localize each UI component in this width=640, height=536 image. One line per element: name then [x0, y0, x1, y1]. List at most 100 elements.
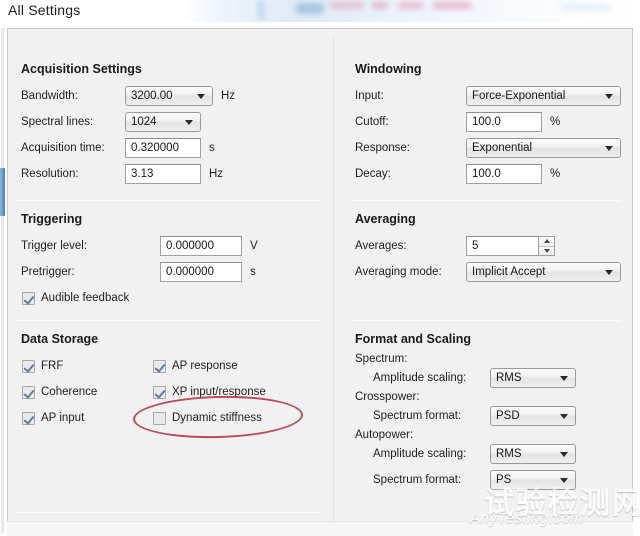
chevron-down-icon	[197, 94, 205, 99]
averaging-mode-value: Implicit Accept	[472, 266, 546, 278]
chevron-down-icon	[185, 120, 193, 125]
acquisition-settings-group: Acquisition Settings Bandwidth: 3200.00 …	[15, 62, 335, 187]
section-divider	[350, 200, 620, 201]
averages-input[interactable]: 5	[466, 236, 538, 256]
trigger-level-input[interactable]: 0.000000	[160, 236, 242, 256]
spinner-up-button[interactable]	[539, 237, 554, 247]
window-response-dropdown[interactable]: Exponential	[466, 138, 621, 158]
ap-input-checkbox[interactable]	[22, 411, 35, 425]
settings-dialog-screenshot: All Settings Acquisition Settings Bandwi…	[0, 0, 640, 536]
xp-input-response-checkbox-row[interactable]: XP input/response	[153, 379, 266, 405]
section-divider	[16, 512, 321, 513]
window-title: All Settings	[8, 2, 81, 18]
crosspower-spectrum-format-row: Spectrum format: PSD	[355, 403, 634, 429]
scrollbar-track[interactable]	[1, 28, 4, 533]
ap-input-label: AP input	[41, 412, 85, 424]
dynamic-stiffness-checkbox[interactable]	[153, 411, 166, 425]
autopower-amplitude-scaling-row: Amplitude scaling: RMS	[355, 441, 634, 467]
chevron-down-icon	[560, 414, 568, 419]
dynamic-stiffness-checkbox-row[interactable]: Dynamic stiffness	[153, 405, 266, 431]
chevron-down-icon	[605, 270, 613, 275]
coherence-checkbox-row[interactable]: Coherence	[22, 379, 153, 405]
spectral-lines-dropdown[interactable]: 1024	[125, 112, 201, 132]
spectrum-amplitude-scaling-value: RMS	[496, 372, 522, 384]
section-divider	[16, 320, 321, 321]
window-input-dropdown[interactable]: Force-Exponential	[466, 86, 621, 106]
averages-spin-buttons[interactable]	[538, 236, 555, 256]
decay-label: Decay:	[355, 168, 391, 180]
autopower-amplitude-scaling-value: RMS	[496, 448, 522, 460]
xp-input-response-checkbox[interactable]	[153, 385, 166, 399]
autopower-subheading: Autopower:	[355, 429, 414, 441]
format-scaling-title: Format and Scaling	[355, 332, 471, 346]
averaging-group: Averaging Averages: 5 Averaging mode: Im…	[349, 212, 634, 285]
audible-feedback-checkbox[interactable]	[22, 291, 35, 305]
acquisition-time-input[interactable]: 0.320000	[125, 138, 201, 158]
autopower-spectrum-format-dropdown[interactable]: PS	[490, 470, 576, 490]
crosspower-spectrum-format-dropdown[interactable]: PSD	[490, 406, 576, 426]
acquisition-settings-title: Acquisition Settings	[21, 62, 142, 76]
bandwidth-unit: Hz	[221, 90, 236, 102]
ap-response-checkbox[interactable]	[153, 359, 166, 373]
resolution-input[interactable]: 3.13	[125, 164, 201, 184]
spectrum-amplitude-scaling-label: Amplitude scaling:	[373, 372, 467, 384]
resolution-label: Resolution:	[21, 168, 79, 180]
frf-label: FRF	[41, 360, 64, 372]
decay-unit: %	[550, 168, 561, 180]
ap-response-checkbox-row[interactable]: AP response	[153, 353, 266, 379]
triangle-up-icon	[543, 239, 550, 244]
triggering-group: Triggering Trigger level: 0.000000 V Pre…	[15, 212, 335, 311]
averages-row: Averages: 5	[355, 233, 634, 259]
decay-input[interactable]: 100.0	[466, 164, 542, 184]
window-input-label: Input:	[355, 90, 384, 102]
autopower-spectrum-format-value: PS	[496, 474, 512, 486]
scrollbar-thumb[interactable]	[0, 168, 5, 216]
acquisition-time-row: Acquisition time: 0.320000 s	[21, 135, 335, 161]
window-response-value: Exponential	[472, 142, 533, 154]
data-storage-group: Data Storage FRF Coherence AP input AP r…	[15, 332, 335, 431]
top-blurred-strip	[0, 0, 640, 22]
averaging-mode-dropdown[interactable]: Implicit Accept	[466, 262, 621, 282]
bandwidth-dropdown[interactable]: 3200.00	[125, 86, 213, 106]
cutoff-label: Cutoff:	[355, 116, 389, 128]
dynamic-stiffness-label: Dynamic stiffness	[172, 412, 262, 424]
resolution-unit: Hz	[209, 168, 224, 180]
cutoff-row: Cutoff: 100.0 %	[355, 109, 634, 135]
averaging-mode-row: Averaging mode: Implicit Accept	[355, 259, 634, 285]
autopower-amplitude-scaling-dropdown[interactable]: RMS	[490, 444, 576, 464]
pretrigger-unit: s	[250, 266, 256, 278]
coherence-checkbox[interactable]	[22, 385, 35, 399]
trigger-level-label: Trigger level:	[21, 240, 88, 252]
spectral-lines-label: Spectral lines:	[21, 116, 94, 128]
xp-input-response-label: XP input/response	[172, 386, 266, 398]
section-divider	[16, 200, 321, 201]
format-scaling-group: Format and Scaling Spectrum: Amplitude s…	[349, 332, 634, 493]
coherence-label: Coherence	[41, 386, 98, 398]
pretrigger-input[interactable]: 0.000000	[160, 262, 242, 282]
cutoff-input[interactable]: 100.0	[466, 112, 542, 132]
trigger-level-unit: V	[250, 240, 258, 252]
data-storage-title: Data Storage	[21, 332, 99, 346]
averaging-mode-label: Averaging mode:	[355, 266, 442, 278]
blur-mark	[258, 0, 264, 20]
frf-checkbox-row[interactable]: FRF	[22, 353, 153, 379]
panel-bottom-edge	[7, 521, 633, 536]
ap-input-checkbox-row[interactable]: AP input	[22, 405, 153, 431]
audible-feedback-checkbox-row[interactable]: Audible feedback	[22, 285, 335, 311]
window-response-label: Response:	[355, 142, 410, 154]
ap-response-label: AP response	[172, 360, 238, 372]
chevron-down-icon	[560, 376, 568, 381]
averages-stepper[interactable]: 5	[466, 236, 555, 256]
chevron-down-icon	[560, 452, 568, 457]
spectral-lines-value: 1024	[131, 116, 157, 128]
spinner-down-button[interactable]	[539, 246, 554, 255]
bandwidth-row: Bandwidth: 3200.00 Hz	[21, 83, 335, 109]
spectrum-amplitude-scaling-dropdown[interactable]: RMS	[490, 368, 576, 388]
windowing-group: Windowing Input: Force-Exponential Cutof…	[349, 62, 634, 187]
crosspower-spectrum-format-value: PSD	[496, 410, 520, 422]
cutoff-unit: %	[550, 116, 561, 128]
frf-checkbox[interactable]	[22, 359, 35, 373]
crosspower-subheading: Crosspower:	[355, 391, 420, 403]
windowing-title: Windowing	[355, 62, 422, 76]
autopower-spectrum-format-row: Spectrum format: PS	[355, 467, 634, 493]
